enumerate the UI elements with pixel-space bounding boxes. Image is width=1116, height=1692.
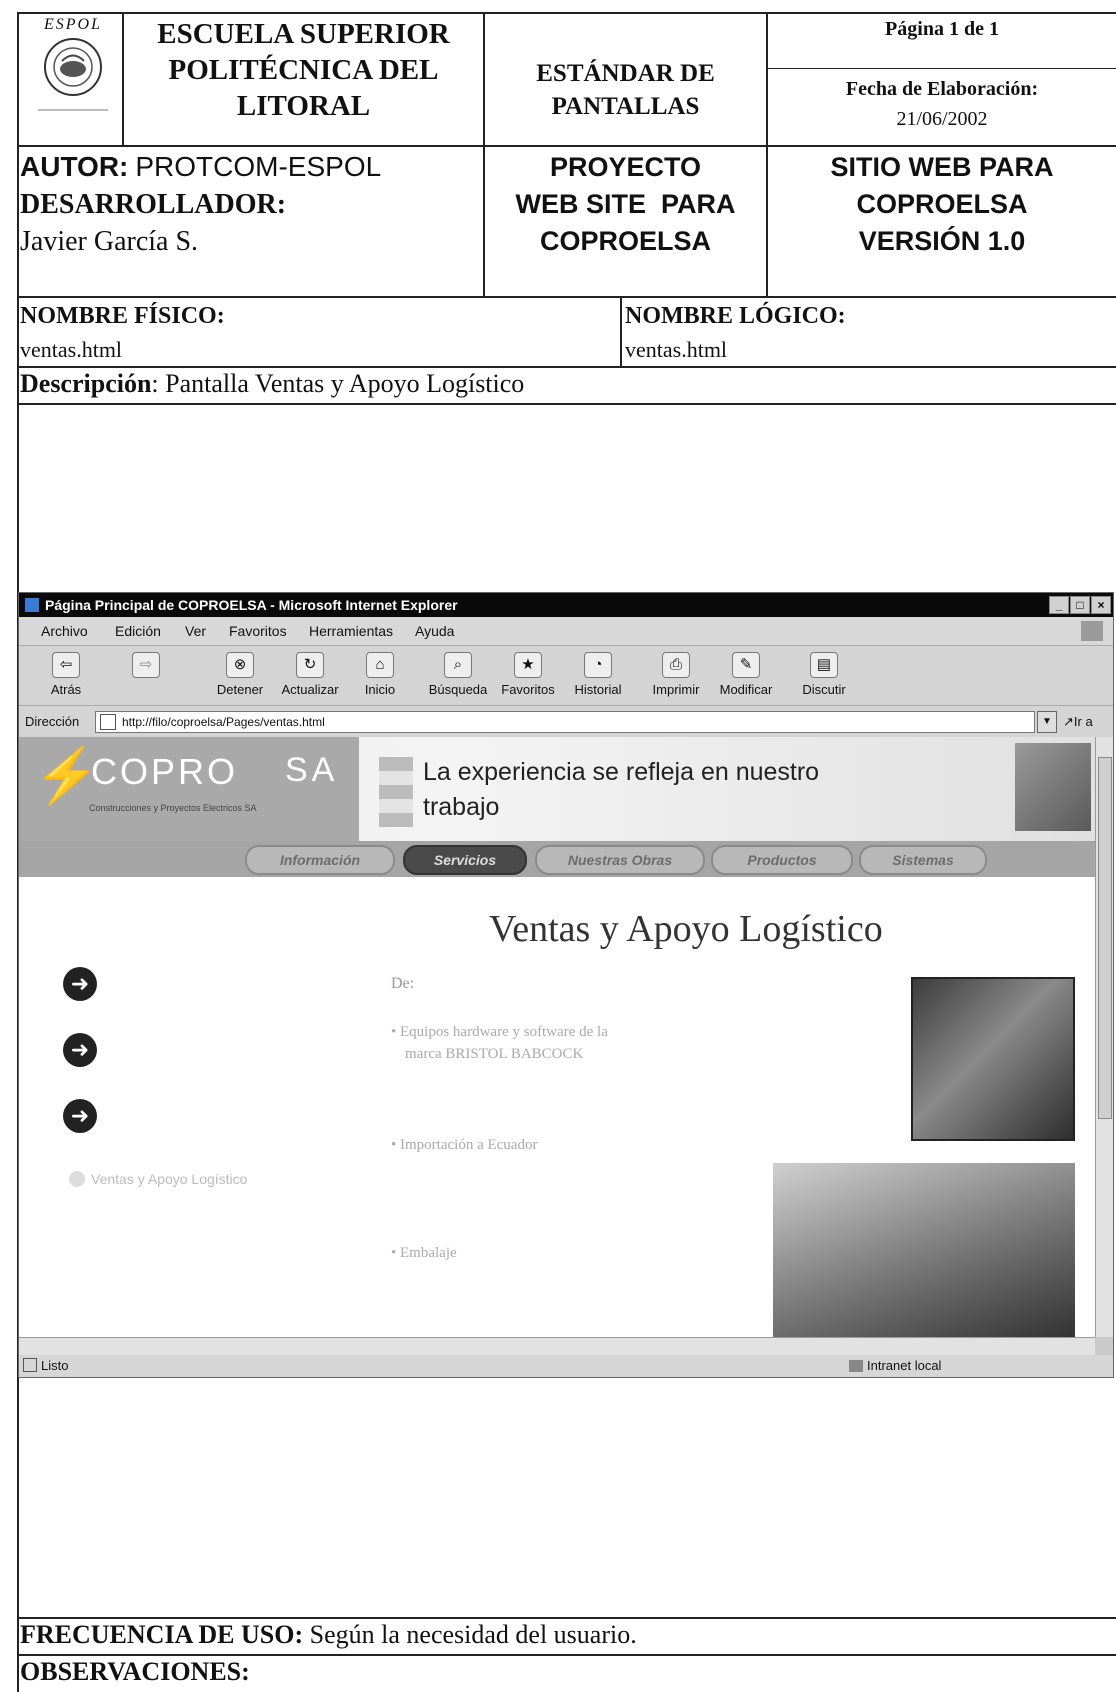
refresh-icon: ↻ [296, 652, 324, 678]
date-block: Fecha de Elaboración: 21/06/2002 [845, 78, 1039, 130]
browser-title: Página Principal de COPROELSA - Microsof… [45, 597, 458, 613]
back-icon: ⇦ [52, 652, 80, 678]
menu-ayuda[interactable]: Ayuda [415, 623, 454, 639]
toolbar: ⇦ Atrás ⇨ ⊗ Detener ↻ Actualizar ⌂ Inicio ⌕ B… [19, 645, 1113, 705]
zone-indicator: Intranet local [849, 1355, 941, 1377]
menu-favoritos[interactable]: Favoritos [229, 623, 287, 639]
forward-button[interactable]: ⇨ [111, 652, 181, 682]
refresh-button[interactable]: ↻ Actualizar [275, 652, 345, 697]
observations-label: OBSERVACIONES: [20, 1657, 250, 1686]
browser-titlebar: Página Principal de COPROELSA - Microsof… [19, 593, 1113, 617]
institution-name: ESCUELA SUPERIOR POLITÉCNICA DEL LITORAL [157, 18, 450, 122]
espol-logo: ESPOL [28, 16, 118, 126]
favorites-button[interactable]: ★ Favoritos [493, 652, 563, 697]
close-icon[interactable]: × [1091, 596, 1111, 614]
tab-servicios[interactable]: Servicios [403, 845, 527, 875]
logical-name: NOMBRE LÓGICO: ventas.html [625, 303, 846, 362]
slogan: La experiencia se refleja en nuestro tra… [423, 758, 820, 821]
header-decor [379, 757, 413, 827]
history-icon: ◔ [584, 652, 612, 678]
arrow-icon[interactable]: ➜ [63, 1033, 97, 1067]
menu-herramientas[interactable]: Herramientas [309, 623, 393, 639]
logo-text: ESPOL [44, 16, 102, 33]
home-button[interactable]: ⌂ Inicio [345, 652, 415, 697]
header-photo [1015, 743, 1091, 831]
site-logo-text: COPRO [91, 751, 239, 792]
search-icon: ⌕ [444, 652, 472, 678]
address-bar: Dirección http://filo/coproelsa/Pages/ve… [19, 705, 1113, 737]
menu-ver[interactable]: Ver [185, 623, 206, 639]
discuss-icon: ▤ [810, 652, 838, 678]
doc-type: ESTÁNDAR DE PANTALLAS [536, 60, 715, 120]
browser-screenshot: Página Principal de COPROELSA - Microsof… [18, 592, 1114, 1378]
description: Descripción: Pantalla Ventas y Apoyo Log… [20, 369, 525, 398]
minimize-icon[interactable]: _ [1049, 596, 1069, 614]
address-input[interactable]: http://filo/coproelsa/Pages/ventas.html [95, 711, 1035, 733]
logo-block: ⚡ COPRO SA Construcciones y Proyectos El… [19, 737, 359, 841]
edit-button[interactable]: ✎ Modificar [711, 652, 781, 697]
print-icon: ⎙ [662, 652, 690, 678]
tab-informacion[interactable]: Información [245, 845, 395, 875]
address-dropdown-icon[interactable]: ▼ [1037, 711, 1057, 733]
arrow-icon[interactable]: ➜ [63, 1099, 97, 1133]
stop-icon: ⊗ [226, 652, 254, 678]
print-button[interactable]: ⎙ Imprimir [641, 652, 711, 697]
stop-button[interactable]: ⊗ Detener [205, 652, 275, 697]
go-button[interactable]: ↗Ir a [1063, 714, 1093, 730]
discuss-button[interactable]: ▤ Discutir [789, 652, 859, 697]
status-bar: Listo Intranet local [19, 1355, 1113, 1377]
project-name: PROYECTO WEB SITE PARA COPROELSA [515, 152, 736, 256]
site-version: SITIO WEB PARA COPROELSA VERSIÓN 1.0 [830, 152, 1054, 256]
de-label: De: [391, 975, 415, 992]
tab-nuestras-obras[interactable]: Nuestras Obras [535, 845, 705, 875]
page-number: Página 1 de 1 [885, 18, 999, 40]
side-link-ventas[interactable]: Ventas y Apoyo Logístico [69, 1171, 247, 1187]
frequency-row: FRECUENCIA DE USO: Según la necesidad de… [20, 1620, 637, 1649]
scroll-thumb[interactable] [1098, 757, 1112, 1119]
menu-edicion[interactable]: Edición [115, 623, 161, 639]
page-icon [100, 714, 116, 730]
horizontal-scrollbar[interactable] [19, 1337, 1095, 1355]
menu-archivo[interactable]: Archivo [41, 623, 88, 639]
bullet-hardware: • Equipos hardware y software de la marc… [391, 1024, 608, 1062]
history-button[interactable]: ◔ Historial [563, 652, 633, 697]
vertical-scrollbar[interactable] [1095, 737, 1113, 1337]
status-text: Listo [41, 1358, 69, 1373]
physical-name: NOMBRE FÍSICO: ventas.html [20, 303, 225, 362]
favorites-icon: ★ [514, 652, 542, 678]
ie-icon [25, 598, 39, 612]
page-icon [23, 1358, 37, 1372]
arrow-icon[interactable]: ➜ [63, 967, 97, 1001]
edit-icon: ✎ [732, 652, 760, 678]
windows-flag-icon [1081, 621, 1103, 641]
tab-sistemas[interactable]: Sistemas [859, 845, 987, 875]
home-icon: ⌂ [366, 652, 394, 678]
search-button[interactable]: ⌕ Búsqueda [423, 652, 493, 697]
maximize-icon[interactable]: □ [1070, 596, 1090, 614]
author-block: AUTOR: PROTCOM-ESPOL DESARROLLADOR: Javi… [20, 151, 382, 257]
address-label: Dirección [25, 714, 80, 729]
intranet-icon [849, 1360, 863, 1372]
back-button[interactable]: ⇦ Atrás [31, 652, 101, 697]
menu-bar: Archivo Edición Ver Favoritos Herramient… [19, 617, 1113, 645]
web-page: ⚡ COPRO SA Construcciones y Proyectos El… [19, 737, 1095, 1337]
arrow-icon [69, 1171, 85, 1187]
bullet-embalaje: • Embalaje [391, 1245, 457, 1261]
tab-productos[interactable]: Productos [711, 845, 853, 875]
photo-equipment [911, 977, 1075, 1141]
page-title: Ventas y Apoyo Logístico [489, 908, 883, 950]
site-logo-sa: SA [285, 751, 339, 789]
forward-icon: ⇨ [132, 652, 160, 678]
bullet-importacion: • Importación a Ecuador [391, 1137, 538, 1153]
seal-icon [44, 38, 102, 96]
photo-laptop [773, 1163, 1075, 1337]
site-logo-subtitle: Construcciones y Proyectos Electricos SA [89, 803, 257, 813]
